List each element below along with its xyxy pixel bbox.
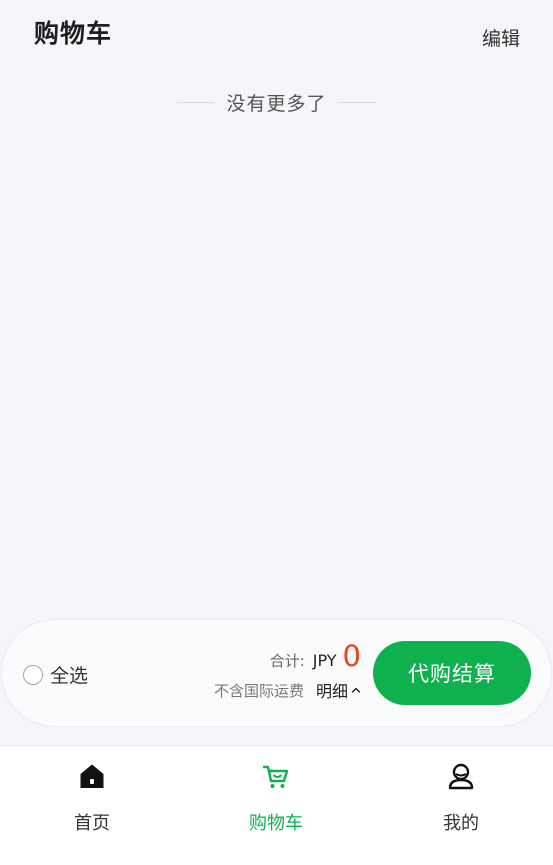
cart-page: 购物车 编辑 没有更多了 全选 合计: JPY 0 不含国际运费 明细 代购结算 <box>0 0 553 865</box>
tab-me-label: 我的 <box>443 813 479 834</box>
no-more-indicator: 没有更多了 <box>0 88 553 116</box>
tab-bar: 首页 购物车 我的 <box>0 745 553 865</box>
home-icon <box>80 764 104 788</box>
currency-label: JPY <box>312 651 337 670</box>
checkout-button[interactable]: 代购结算 <box>373 641 531 705</box>
cart-icon <box>262 765 289 788</box>
edit-button[interactable]: 编辑 <box>482 24 520 51</box>
total-row: 合计: JPY 0 <box>270 642 361 671</box>
divider-right <box>338 101 376 103</box>
total-amount: 0 <box>342 639 361 673</box>
select-all-toggle[interactable]: 全选 <box>23 661 88 688</box>
header: 购物车 编辑 <box>0 0 553 64</box>
select-all-radio[interactable] <box>23 664 43 685</box>
tab-home-label: 首页 <box>74 813 110 834</box>
divider-left <box>177 101 215 103</box>
no-more-text: 没有更多了 <box>226 92 327 115</box>
detail-button[interactable]: 明细 <box>316 678 361 702</box>
tab-cart[interactable]: 购物车 <box>206 746 346 846</box>
detail-label: 明细 <box>315 682 348 701</box>
page-title: 购物车 <box>34 19 113 48</box>
select-all-label: 全选 <box>50 665 89 687</box>
tab-cart-label: 购物车 <box>249 813 303 834</box>
total-label: 合计: <box>269 652 305 670</box>
fee-row: 不含国际运费 明细 <box>214 678 361 702</box>
user-icon <box>448 763 474 790</box>
tab-me[interactable]: 我的 <box>391 746 531 846</box>
checkout-bar: 全选 合计: JPY 0 不含国际运费 明细 代购结算 <box>2 620 551 726</box>
tab-home[interactable]: 首页 <box>22 746 162 846</box>
fee-note: 不含国际运费 <box>213 681 304 700</box>
chevron-up-icon <box>351 687 361 693</box>
